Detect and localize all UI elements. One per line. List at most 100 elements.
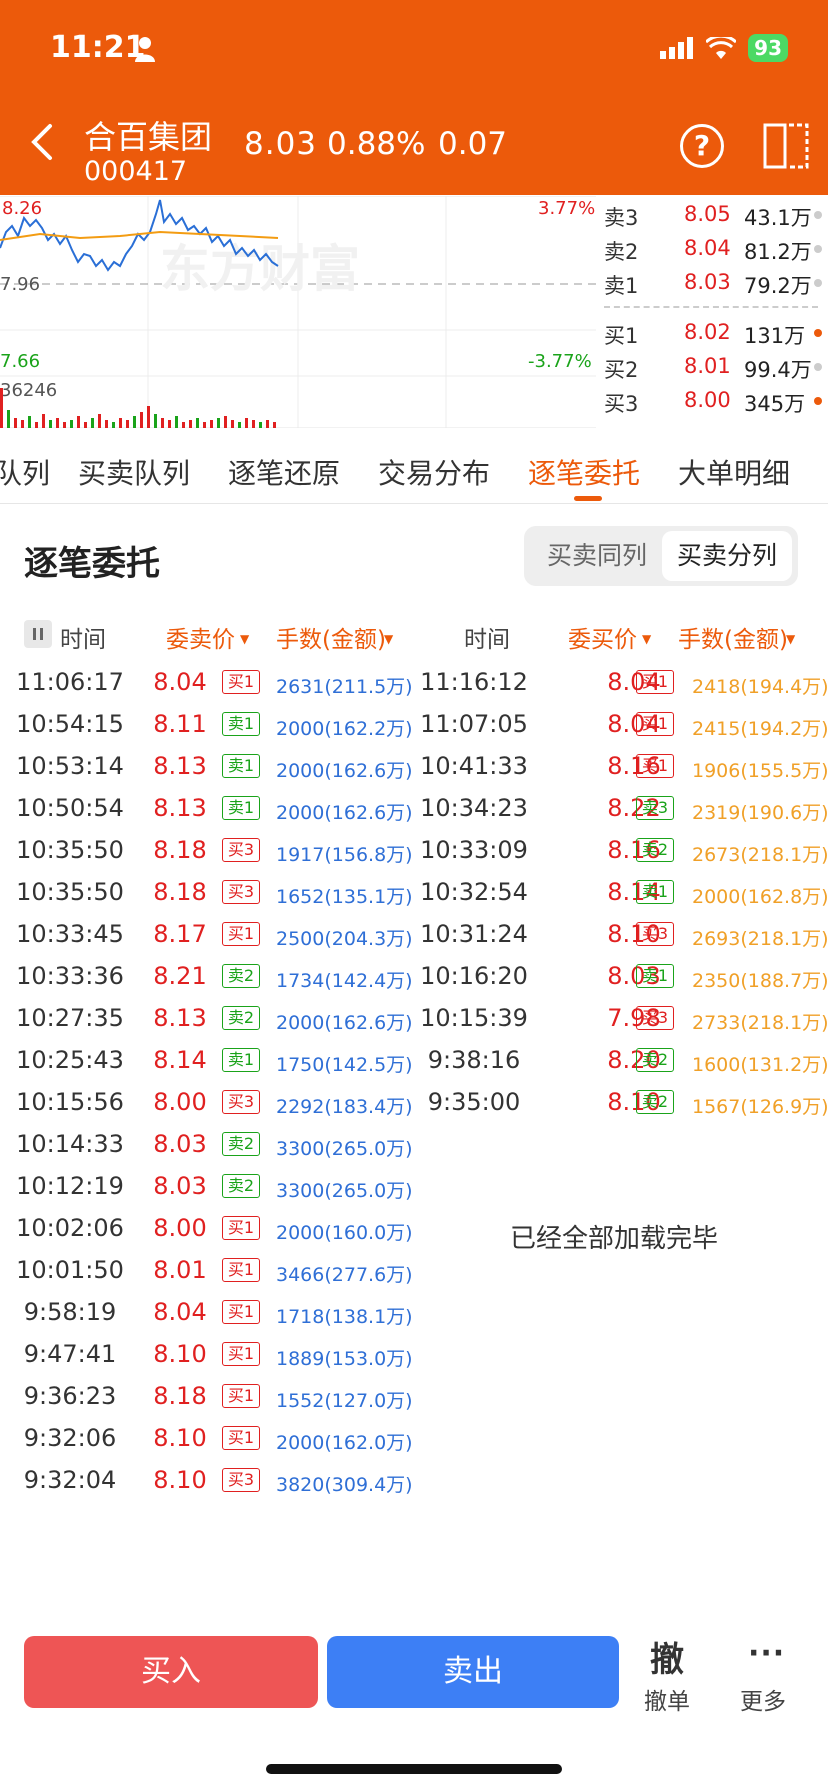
chart-down-pct: -3.77% (528, 351, 592, 372)
battery-indicator: 93 (748, 34, 788, 62)
order-amount: 3300(265.0万) (276, 1180, 413, 1202)
order-price: 8.21 (153, 962, 207, 990)
sell-order-row: 10:15:56 8.00 买3 2292(183.4万) (0, 1088, 418, 1136)
order-level-badge: 卖1 (636, 964, 674, 988)
order-amount: 2733(218.1万) (692, 1012, 828, 1034)
volume-bar (259, 422, 262, 428)
order-time: 10:02:06 (16, 1214, 124, 1242)
buy-order-row: 9:38:16 8.20 卖2 1600(131.2万) (410, 1046, 828, 1094)
order-level-badge: 买1 (222, 1216, 260, 1240)
order-price: 8.18 (153, 878, 207, 906)
status-indicators: 93 (660, 34, 788, 62)
chart-high-label: 8.26 (2, 198, 42, 219)
order-price: 8.11 (153, 710, 207, 738)
volume-bar (14, 418, 17, 428)
order-level-badge: 卖2 (222, 964, 260, 988)
order-level-badge: 买1 (222, 922, 260, 946)
order-level-badge: 卖2 (636, 838, 674, 862)
switch-stock-icon[interactable] (762, 122, 810, 170)
order-level-badge: 卖3 (636, 796, 674, 820)
col-sell-price[interactable]: 委卖价 (166, 620, 235, 654)
buy-order-row: 11:16:12 8.04 买1 2418(194.4万) (410, 668, 828, 716)
volume-bar (126, 420, 129, 428)
order-time: 9:47:41 (23, 1340, 117, 1368)
order-amount: 2000(162.0万) (276, 1432, 413, 1454)
order-level-badge: 卖2 (222, 1132, 260, 1156)
volume-bar (140, 412, 143, 428)
order-price: 8.01 (153, 1256, 207, 1284)
order-time: 10:31:24 (420, 920, 528, 948)
help-icon[interactable]: ? (680, 124, 724, 168)
order-price: 8.03 (153, 1130, 207, 1158)
back-icon[interactable] (28, 122, 58, 162)
tab-trade-distribution[interactable]: 交易分布 (378, 452, 490, 492)
order-level-badge: 买1 (636, 670, 674, 694)
order-amount: 3300(265.0万) (276, 1138, 413, 1160)
order-time: 10:12:19 (16, 1172, 124, 1200)
order-time: 10:34:23 (420, 794, 528, 822)
order-amount: 2000(162.6万) (276, 802, 413, 824)
volume-bar (84, 422, 87, 428)
order-price: 8.14 (153, 1046, 207, 1074)
volume-bar (63, 422, 66, 428)
header: 11:21 93 合百集团 000417 8.03 0.88% 0.07 ? (0, 0, 828, 195)
depth-buy-3: 买3 8.00 345万 (604, 384, 824, 418)
bottom-bar: 买入 卖出 撤 撤单 ··· 更多 (0, 1620, 828, 1792)
sell-order-row: 9:58:19 8.04 买1 1718(138.1万) (0, 1298, 418, 1346)
intraday-chart[interactable]: 东方财富 8.26 7.96 7.66 3.77% -3.77% 36246 (0, 196, 596, 428)
same-column-button[interactable]: 买卖同列 (532, 531, 662, 581)
cancel-order-label[interactable]: 撤单 (644, 1682, 690, 1716)
sell-button[interactable]: 卖出 (327, 1636, 619, 1708)
order-time: 10:14:33 (16, 1130, 124, 1158)
volume-bar (203, 422, 206, 428)
more-label[interactable]: 更多 (740, 1682, 786, 1716)
col-amount-right[interactable]: 手数(金额) (678, 620, 788, 654)
volume-bar (119, 418, 122, 428)
tab-tick-restore[interactable]: 逐笔还原 (228, 452, 340, 492)
volume-bar (42, 414, 45, 428)
volume-bar (154, 414, 157, 428)
tab-tick-orders[interactable]: 逐笔委托 (528, 452, 640, 492)
pause-icon[interactable] (24, 620, 52, 648)
buy-order-row: 11:07:05 8.04 买1 2415(194.2万) (410, 710, 828, 758)
order-time: 9:36:23 (23, 1382, 117, 1410)
volume-bar (0, 388, 3, 428)
order-level-badge: 买3 (222, 880, 260, 904)
cancel-order-icon[interactable]: 撤 (650, 1632, 684, 1681)
chart-low-label: 7.66 (0, 351, 40, 372)
order-level-badge: 买1 (222, 1258, 260, 1282)
order-price: 8.10 (153, 1466, 207, 1494)
split-column-button[interactable]: 买卖分列 (662, 531, 792, 581)
order-book: 卖3 8.05 43.1万 卖2 8.04 81.2万 卖1 8.03 79.2万 买1 8.… (600, 196, 828, 428)
more-icon[interactable]: ··· (748, 1636, 785, 1671)
volume-bar (175, 416, 178, 428)
sell-order-row: 9:32:06 8.10 买1 2000(162.0万) (0, 1424, 418, 1472)
sell-order-row: 9:47:41 8.10 买1 1889(153.0万) (0, 1340, 418, 1388)
tab-large-orders[interactable]: 大单明细 (678, 452, 790, 492)
order-level-badge: 卖2 (222, 1006, 260, 1030)
order-price: 8.18 (153, 836, 207, 864)
depth-buy-2: 买2 8.01 99.4万 (604, 350, 824, 384)
order-time: 10:32:54 (420, 878, 528, 906)
order-time: 11:06:17 (16, 668, 124, 696)
order-price: 8.00 (153, 1088, 207, 1116)
col-buy-price[interactable]: 委买价 (568, 620, 637, 654)
sell-order-row: 10:54:15 8.11 卖1 2000(162.2万) (0, 710, 418, 758)
order-amount: 2319(190.6万) (692, 802, 828, 824)
tab-bid-ask-queue[interactable]: 买卖队列 (78, 452, 190, 492)
tab-queue[interactable]: 队列 (0, 452, 50, 492)
detail-tabs: 队列 买卖队列 逐笔还原 交易分布 逐笔委托 大单明细 (0, 444, 828, 504)
order-amount: 2000(162.2万) (276, 718, 413, 740)
buy-button[interactable]: 买入 (24, 1636, 318, 1708)
volume-bar (77, 416, 80, 428)
order-time: 10:27:35 (16, 1004, 124, 1032)
order-amount: 1652(135.1万) (276, 886, 413, 908)
order-amount: 2292(183.4万) (276, 1096, 413, 1118)
order-price: 8.13 (153, 1004, 207, 1032)
col-amount-left[interactable]: 手数(金额) (276, 620, 386, 654)
order-level-badge: 买1 (222, 670, 260, 694)
sell-order-row: 10:50:54 8.13 卖1 2000(162.6万) (0, 794, 418, 842)
depth-buy-1: 买1 8.02 131万 (604, 316, 824, 350)
sell-order-row: 10:01:50 8.01 买1 3466(277.6万) (0, 1256, 418, 1304)
order-amount: 2000(162.6万) (276, 1012, 413, 1034)
